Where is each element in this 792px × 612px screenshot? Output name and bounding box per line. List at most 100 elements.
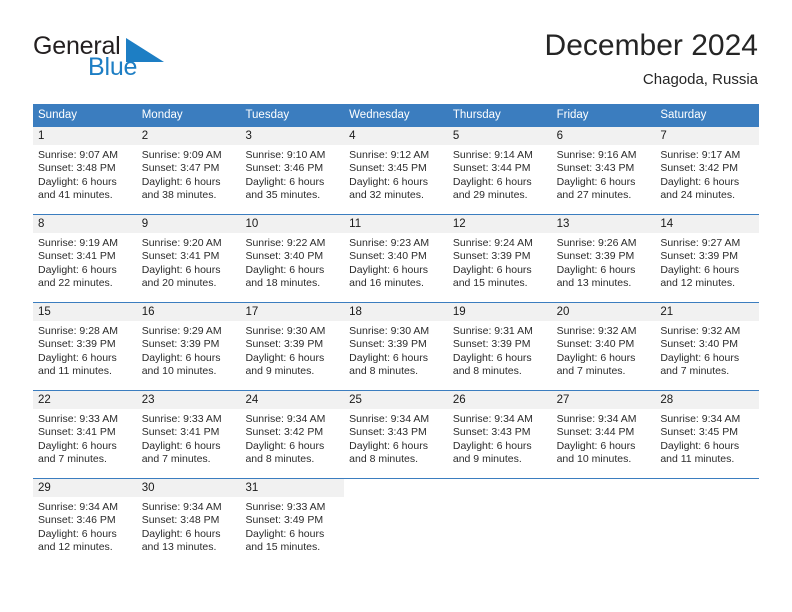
day-number: 31 — [240, 479, 345, 497]
day-cell[interactable]: 9 Sunrise: 9:20 AM Sunset: 3:41 PM Dayli… — [136, 215, 241, 302]
daylight-text-line1: Daylight: 6 hours — [141, 439, 221, 452]
day-cell[interactable]: 17 Sunrise: 9:30 AM Sunset: 3:39 PM Dayl… — [240, 303, 345, 390]
day-number: 25 — [344, 391, 448, 409]
day-number: 8 — [33, 215, 137, 233]
day-cell[interactable]: 28 Sunrise: 9:34 AM Sunset: 3:45 PM Dayl… — [655, 391, 760, 478]
day-cell[interactable]: 19 Sunrise: 9:31 AM Sunset: 3:39 PM Dayl… — [447, 303, 552, 390]
daylight-text-line1: Daylight: 6 hours — [556, 351, 636, 364]
day-cell[interactable]: 11 Sunrise: 9:23 AM Sunset: 3:40 PM Dayl… — [344, 215, 448, 302]
daylight-text-line2: and 7 minutes. — [556, 365, 626, 378]
day-number: 27 — [551, 391, 656, 409]
day-details: Sunrise: 9:12 AM Sunset: 3:45 PM Dayligh… — [344, 145, 448, 203]
daylight-text-line2: and 35 minutes. — [245, 189, 321, 202]
sunrise-text: Sunrise: 9:34 AM — [38, 501, 118, 513]
daylight-text-line1: Daylight: 6 hours — [141, 527, 221, 540]
day-number — [552, 479, 656, 497]
daylight-text-line2: and 7 minutes. — [141, 453, 211, 466]
day-cell[interactable]: 10 Sunrise: 9:22 AM Sunset: 3:40 PM Dayl… — [240, 215, 345, 302]
day-number — [655, 479, 759, 497]
page-header: General Blue December 2024 Chagoda, Russ… — [0, 0, 792, 100]
day-cell[interactable]: 23 Sunrise: 9:33 AM Sunset: 3:41 PM Dayl… — [136, 391, 241, 478]
daylight-text-line1: Daylight: 6 hours — [245, 527, 325, 540]
daylight-text-line1: Daylight: 6 hours — [452, 439, 532, 452]
day-cell[interactable]: 26 Sunrise: 9:34 AM Sunset: 3:43 PM Dayl… — [447, 391, 552, 478]
sunset-text: Sunset: 3:39 PM — [349, 338, 427, 351]
day-cell[interactable]: 24 Sunrise: 9:34 AM Sunset: 3:42 PM Dayl… — [240, 391, 345, 478]
day-cell-empty — [344, 479, 448, 566]
sunrise-text: Sunrise: 9:34 AM — [141, 501, 222, 513]
sunset-text: Sunset: 3:42 PM — [660, 162, 738, 175]
daylight-text-line1: Daylight: 6 hours — [245, 439, 325, 452]
day-cell[interactable]: 1 Sunrise: 9:07 AM Sunset: 3:48 PM Dayli… — [33, 127, 137, 214]
day-details: Sunrise: 9:30 AM Sunset: 3:39 PM Dayligh… — [344, 321, 448, 379]
sunset-text: Sunset: 3:39 PM — [452, 338, 531, 351]
day-cell[interactable]: 30 Sunrise: 9:34 AM Sunset: 3:48 PM Dayl… — [136, 479, 241, 566]
daylight-text-line2: and 24 minutes. — [660, 189, 736, 202]
day-details: Sunrise: 9:24 AM Sunset: 3:39 PM Dayligh… — [448, 233, 552, 291]
sunset-text: Sunset: 3:48 PM — [38, 162, 116, 175]
day-number: 3 — [240, 127, 345, 145]
day-details: Sunrise: 9:22 AM Sunset: 3:40 PM Dayligh… — [240, 233, 344, 291]
day-cell[interactable]: 3 Sunrise: 9:10 AM Sunset: 3:46 PM Dayli… — [240, 127, 345, 214]
daylight-text-line1: Daylight: 6 hours — [349, 175, 428, 188]
day-number: 24 — [240, 391, 345, 409]
day-cell-empty — [655, 479, 759, 566]
day-number: 20 — [551, 303, 656, 321]
brand-logo[interactable]: General Blue — [33, 33, 243, 89]
day-cell[interactable]: 15 Sunrise: 9:28 AM Sunset: 3:39 PM Dayl… — [33, 303, 137, 390]
sunrise-text: Sunrise: 9:10 AM — [245, 149, 326, 161]
day-cell[interactable]: 16 Sunrise: 9:29 AM Sunset: 3:39 PM Dayl… — [136, 303, 241, 390]
day-cell[interactable]: 29 Sunrise: 9:34 AM Sunset: 3:46 PM Dayl… — [33, 479, 137, 566]
day-cell[interactable]: 8 Sunrise: 9:19 AM Sunset: 3:41 PM Dayli… — [33, 215, 137, 302]
daylight-text-line2: and 29 minutes. — [452, 189, 528, 202]
page-title: December 2024 — [544, 29, 758, 62]
daylight-text-line2: and 13 minutes. — [141, 541, 217, 554]
daylight-text-line1: Daylight: 6 hours — [38, 527, 117, 540]
day-cell[interactable]: 4 Sunrise: 9:12 AM Sunset: 3:45 PM Dayli… — [344, 127, 448, 214]
sunrise-text: Sunrise: 9:34 AM — [245, 413, 326, 425]
day-cell[interactable]: 2 Sunrise: 9:09 AM Sunset: 3:47 PM Dayli… — [136, 127, 241, 214]
sunset-text: Sunset: 3:47 PM — [141, 162, 220, 175]
daylight-text-line2: and 13 minutes. — [556, 277, 632, 290]
calendar-week-row: 8 Sunrise: 9:19 AM Sunset: 3:41 PM Dayli… — [33, 214, 760, 302]
weekday-header-saturday: Saturday — [660, 109, 707, 121]
day-cell[interactable]: 6 Sunrise: 9:16 AM Sunset: 3:43 PM Dayli… — [551, 127, 656, 214]
day-cell[interactable]: 14 Sunrise: 9:27 AM Sunset: 3:39 PM Dayl… — [655, 215, 760, 302]
day-cell[interactable]: 13 Sunrise: 9:26 AM Sunset: 3:39 PM Dayl… — [551, 215, 656, 302]
day-cell[interactable]: 21 Sunrise: 9:32 AM Sunset: 3:40 PM Dayl… — [655, 303, 760, 390]
sunset-text: Sunset: 3:40 PM — [556, 338, 635, 351]
day-details: Sunrise: 9:20 AM Sunset: 3:41 PM Dayligh… — [137, 233, 241, 291]
day-cell[interactable]: 5 Sunrise: 9:14 AM Sunset: 3:44 PM Dayli… — [447, 127, 552, 214]
sunrise-text: Sunrise: 9:30 AM — [349, 325, 430, 337]
day-number: 9 — [136, 215, 241, 233]
sunset-text: Sunset: 3:43 PM — [349, 426, 427, 439]
day-details: Sunrise: 9:17 AM Sunset: 3:42 PM Dayligh… — [655, 145, 759, 203]
sunrise-text: Sunrise: 9:07 AM — [38, 149, 118, 161]
sunset-text: Sunset: 3:45 PM — [660, 426, 738, 439]
day-cell[interactable]: 27 Sunrise: 9:34 AM Sunset: 3:44 PM Dayl… — [551, 391, 656, 478]
day-number: 18 — [344, 303, 448, 321]
sunrise-text: Sunrise: 9:30 AM — [245, 325, 326, 337]
day-cell[interactable]: 31 Sunrise: 9:33 AM Sunset: 3:49 PM Dayl… — [240, 479, 345, 566]
daylight-text-line1: Daylight: 6 hours — [349, 439, 428, 452]
sunrise-text: Sunrise: 9:31 AM — [452, 325, 533, 337]
day-details: Sunrise: 9:14 AM Sunset: 3:44 PM Dayligh… — [448, 145, 552, 203]
calendar-week-row: 15 Sunrise: 9:28 AM Sunset: 3:39 PM Dayl… — [33, 302, 760, 390]
day-cell[interactable]: 25 Sunrise: 9:34 AM Sunset: 3:43 PM Dayl… — [344, 391, 448, 478]
day-cell[interactable]: 20 Sunrise: 9:32 AM Sunset: 3:40 PM Dayl… — [551, 303, 656, 390]
day-cell[interactable]: 22 Sunrise: 9:33 AM Sunset: 3:41 PM Dayl… — [33, 391, 137, 478]
day-cell[interactable]: 12 Sunrise: 9:24 AM Sunset: 3:39 PM Dayl… — [447, 215, 552, 302]
daylight-text-line2: and 11 minutes. — [38, 365, 112, 378]
daylight-text-line2: and 7 minutes. — [38, 453, 107, 466]
day-details: Sunrise: 9:33 AM Sunset: 3:41 PM Dayligh… — [137, 409, 241, 467]
day-cell[interactable]: 18 Sunrise: 9:30 AM Sunset: 3:39 PM Dayl… — [344, 303, 448, 390]
daylight-text-line1: Daylight: 6 hours — [141, 351, 221, 364]
daylight-text-line2: and 8 minutes. — [349, 365, 419, 378]
daylight-text-line1: Daylight: 6 hours — [141, 263, 221, 276]
day-cell[interactable]: 7 Sunrise: 9:17 AM Sunset: 3:42 PM Dayli… — [655, 127, 760, 214]
day-details: Sunrise: 9:26 AM Sunset: 3:39 PM Dayligh… — [552, 233, 656, 291]
day-details: Sunrise: 9:32 AM Sunset: 3:40 PM Dayligh… — [655, 321, 759, 379]
weekday-header-tuesday: Tuesday — [245, 109, 290, 121]
daylight-text-line2: and 9 minutes. — [245, 365, 315, 378]
day-number: 17 — [240, 303, 345, 321]
